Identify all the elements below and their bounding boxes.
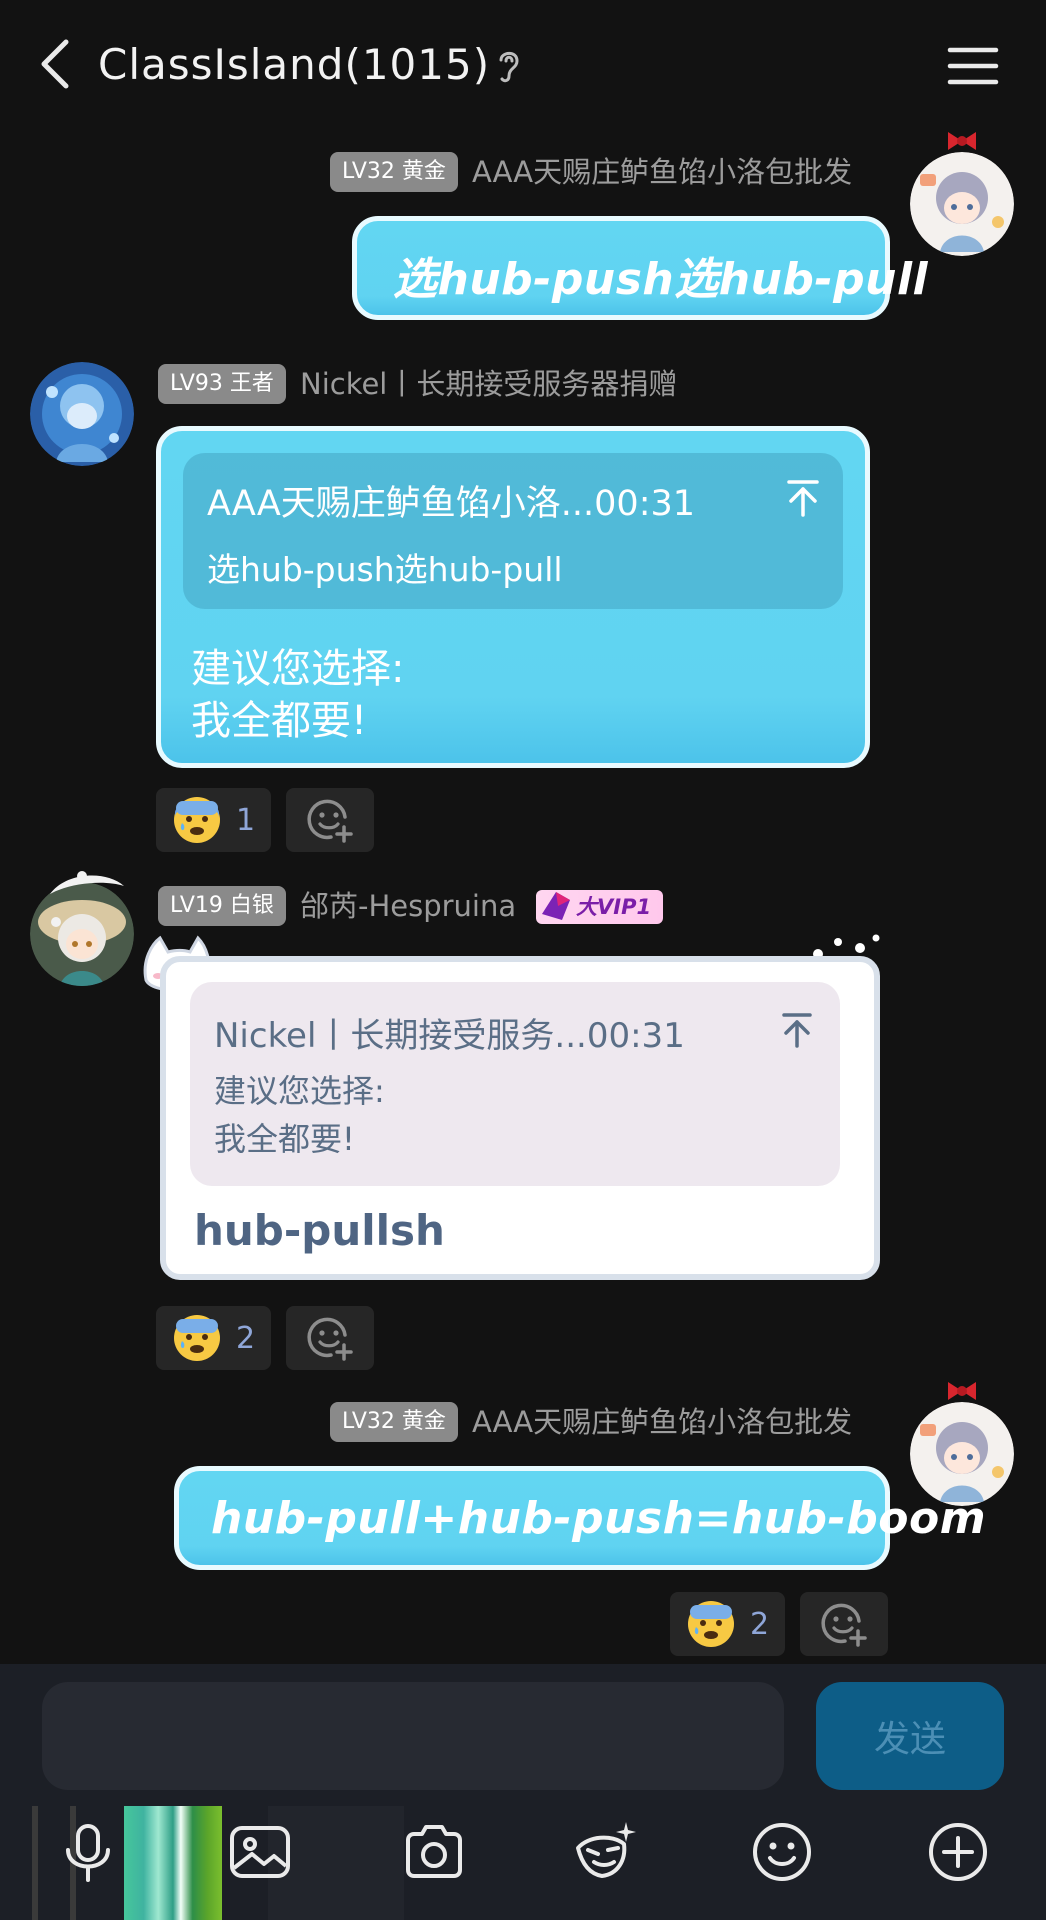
add-reaction-icon [307,799,353,843]
message-input[interactable] [42,1682,784,1790]
level-badge: LV93 王者 [158,364,286,404]
artifact-strip [32,1806,38,1920]
avatar[interactable] [910,152,1014,256]
camera-icon[interactable] [400,1818,468,1886]
message-text: 选hub-push选hub-pull [393,254,929,305]
message-text: hub-pullsh [194,1206,445,1255]
level-badge: LV19 白银 [158,886,286,926]
quote-sender: AAA天赐庄鲈鱼馅小洛...00:31 [207,484,696,524]
artifact-strip [124,1806,222,1920]
add-reaction-button[interactable] [286,788,374,852]
quote-text: 建议您选择: [214,1072,385,1110]
add-reaction-button[interactable] [286,1306,374,1370]
reaction-count: 1 [236,802,256,838]
add-reaction-icon [821,1603,867,1647]
back-arrow-icon[interactable] [36,36,76,92]
send-button[interactable]: 发送 [816,1682,1004,1790]
reply-message-bubble[interactable]: Nickel丨长期接受服务...00:31 建议您选择: 我全都要! hub-p… [160,956,880,1280]
add-reaction-button[interactable] [800,1592,888,1656]
sender-name[interactable]: AAA天赐庄鲈鱼馅小洛包批发 [472,152,852,192]
message-bubble[interactable]: 选hub-push选hub-pull [352,216,928,320]
chat-title: ClassIsland(1015) [98,40,491,89]
quoted-message[interactable]: Nickel丨长期接受服务...00:31 建议您选择: 我全都要! [190,982,840,1186]
sender-name[interactable]: Nickel丨长期接受服务器捐赠 [300,364,677,404]
message-text: 建议您选择: [191,646,405,692]
reaction-chip[interactable]: 1 [156,788,272,852]
message-text: hub-pull+hub-push=hub-boom [211,1493,987,1544]
add-reaction-icon [307,1317,353,1361]
anxious-sweat-face-icon [174,1315,220,1361]
quoted-message[interactable]: AAA天赐庄鲈鱼馅小洛...00:31 选hub-push选hub-pull [183,453,843,609]
quote-text: 选hub-push选hub-pull [207,550,563,589]
emoji-icon[interactable] [748,1818,816,1886]
chat-header: ClassIsland(1015) [0,0,1046,130]
reaction-chip[interactable]: 2 [156,1306,272,1370]
ear-icon[interactable] [494,46,524,86]
bow-decoration-icon [948,132,976,150]
menu-icon[interactable] [946,44,1000,88]
image-icon[interactable] [226,1818,294,1886]
anxious-sweat-face-icon [174,797,220,843]
reaction-count: 2 [750,1606,770,1642]
vip-label: 大VIP1 [576,895,652,919]
bow-decoration-icon [948,1382,976,1400]
level-badge: LV32 黄金 [330,1402,458,1442]
jump-to-top-icon[interactable] [780,1012,814,1048]
avatar[interactable] [910,1402,1014,1506]
sender-name[interactable]: AAA天赐庄鲈鱼馅小洛包批发 [472,1402,852,1442]
reaction-count: 2 [236,1320,256,1356]
quote-text: 我全都要! [214,1120,355,1158]
level-badge: LV32 黄金 [330,152,458,192]
microphone-icon[interactable] [54,1818,122,1886]
message-bubble[interactable]: hub-pull+hub-push=hub-boom [174,1466,986,1570]
avatar[interactable] [30,362,134,466]
reply-message-bubble[interactable]: AAA天赐庄鲈鱼馅小洛...00:31 选hub-push选hub-pull 建… [156,426,870,768]
quote-sender: Nickel丨长期接受服务...00:31 [214,1016,685,1056]
sender-name[interactable]: 邰芮-Hespruina [300,886,516,926]
reaction-chip[interactable]: 2 [670,1592,786,1656]
vip-diamond-icon [542,892,570,920]
anxious-sweat-face-icon [688,1601,734,1647]
vip-badge[interactable]: 大VIP1 [536,890,664,924]
message-text: 我全都要! [191,698,368,744]
sticker-icon[interactable] [572,1818,640,1886]
jump-to-top-icon[interactable] [785,479,821,517]
hat-decoration-icon [50,871,124,894]
avatar[interactable] [30,882,134,986]
plus-icon[interactable] [924,1818,992,1886]
